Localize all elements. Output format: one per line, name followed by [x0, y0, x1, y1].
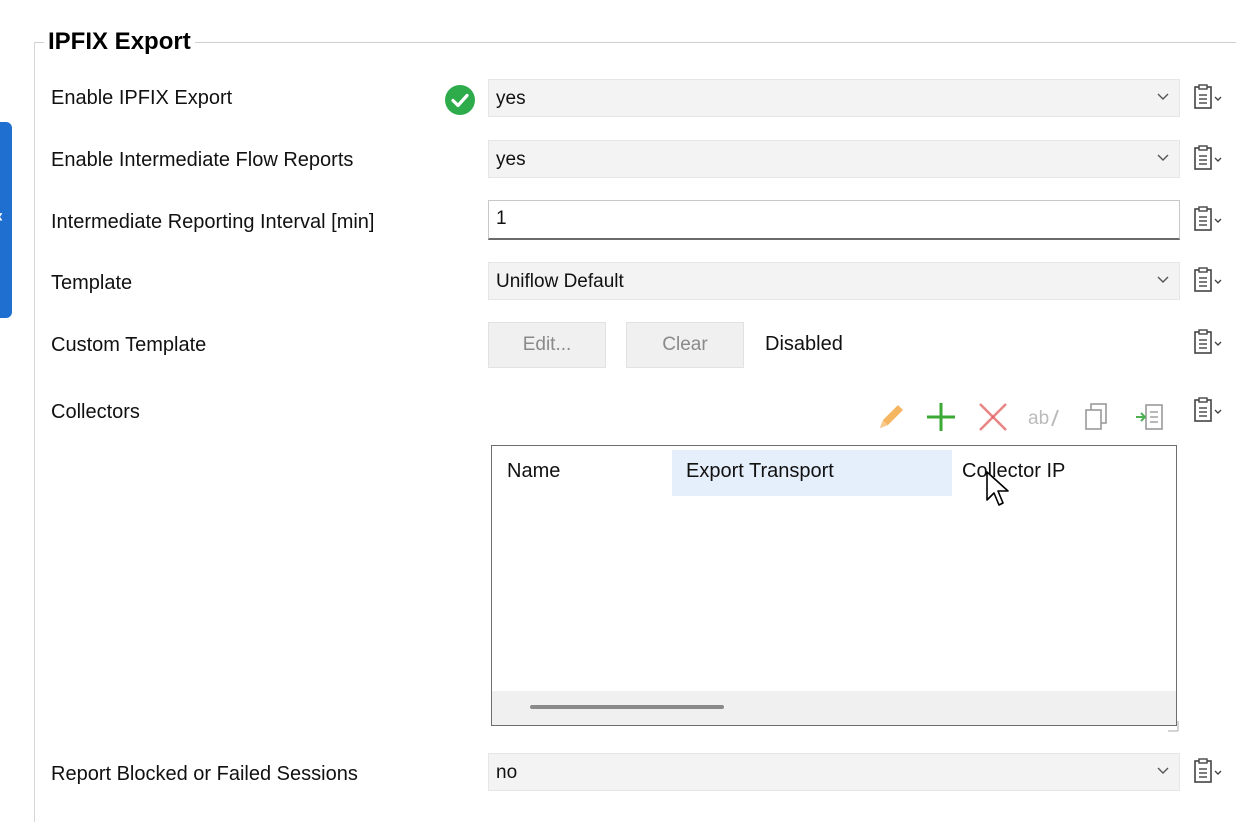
collectors-label: Collectors	[51, 401, 140, 423]
column-header-name[interactable]: Name	[507, 460, 560, 483]
chevron-down-icon	[1157, 154, 1169, 161]
column-header-collector-ip[interactable]: Collector IP	[962, 460, 1065, 483]
enable-export-value: yes	[496, 88, 526, 109]
collectors-table[interactable]: Name Export Transport Collector IP	[491, 445, 1177, 726]
custom-template-label: Custom Template	[51, 334, 207, 356]
delete-icon[interactable]	[976, 400, 1010, 434]
template-value: Uniflow Default	[496, 271, 624, 292]
reporting-interval-input[interactable]: 1	[488, 200, 1180, 240]
add-icon[interactable]	[924, 400, 958, 434]
resize-grip-icon[interactable]	[1166, 719, 1180, 733]
import-icon[interactable]	[1134, 400, 1168, 434]
group-border-top	[34, 42, 1236, 43]
intermediate-reports-select[interactable]: yes	[488, 140, 1180, 178]
clipboard-menu-icon[interactable]	[1193, 84, 1225, 110]
clipboard-menu-icon[interactable]	[1193, 758, 1225, 784]
chevron-down-icon	[1157, 276, 1169, 283]
enable-export-select[interactable]: yes	[488, 79, 1180, 117]
intermediate-reports-label: Enable Intermediate Flow Reports	[51, 149, 354, 171]
custom-template-status: Disabled	[765, 333, 843, 355]
enable-export-label: Enable IPFIX Export	[51, 87, 233, 109]
horizontal-scrollbar[interactable]	[492, 691, 1176, 725]
group-title: IPFIX Export	[44, 28, 195, 56]
edit-icon[interactable]	[874, 400, 908, 434]
clipboard-menu-icon[interactable]	[1193, 397, 1225, 423]
rename-icon[interactable]: ab	[1026, 400, 1060, 434]
clear-button[interactable]: Clear	[626, 322, 744, 368]
report-blocked-select[interactable]: no	[488, 753, 1180, 791]
column-header-export-transport[interactable]: Export Transport	[686, 460, 834, 483]
mouse-cursor-icon	[986, 471, 1009, 506]
reporting-interval-value: 1	[496, 208, 507, 229]
report-blocked-label: Report Blocked or Failed Sessions	[51, 763, 358, 785]
clipboard-menu-icon[interactable]	[1193, 267, 1225, 293]
template-label: Template	[51, 272, 133, 294]
clipboard-menu-icon[interactable]	[1193, 145, 1225, 171]
svg-text:ab: ab	[1028, 408, 1049, 429]
template-select[interactable]: Uniflow Default	[488, 262, 1180, 300]
copy-icon[interactable]	[1081, 400, 1115, 434]
chevron-left-icon: ‹	[0, 206, 3, 227]
report-blocked-value: no	[496, 762, 518, 783]
intermediate-reports-value: yes	[496, 149, 526, 170]
chevron-down-icon	[1157, 93, 1169, 100]
scrollbar-thumb[interactable]	[530, 705, 724, 709]
reporting-interval-label: Intermediate Reporting Interval [min]	[51, 211, 375, 233]
chevron-down-icon	[1157, 767, 1169, 774]
group-border-left	[34, 42, 35, 822]
clipboard-menu-icon[interactable]	[1193, 329, 1225, 355]
edit-button[interactable]: Edit...	[488, 322, 606, 368]
check-circle-icon	[445, 85, 475, 115]
side-panel-tab[interactable]: ‹	[0, 122, 12, 318]
clipboard-menu-icon[interactable]	[1193, 206, 1225, 232]
